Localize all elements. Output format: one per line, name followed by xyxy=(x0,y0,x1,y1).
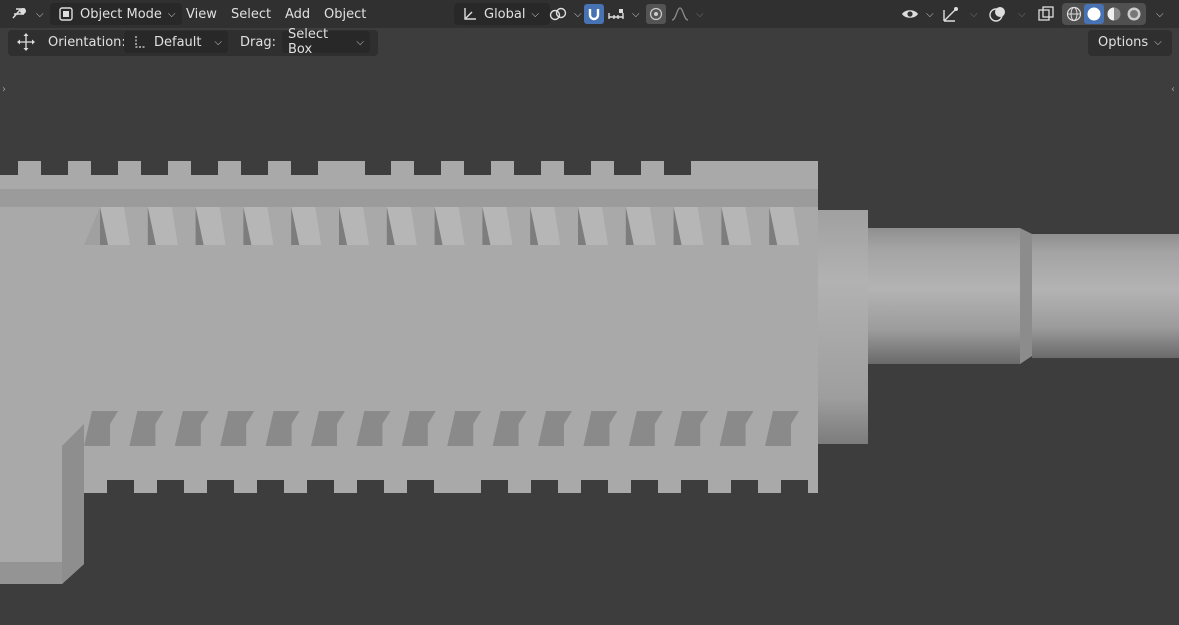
orientation-dropdown[interactable]: Default ⌵ xyxy=(124,31,228,53)
shading-options-dropdown[interactable]: ⌵ xyxy=(1150,3,1164,25)
drag-value: Select Box xyxy=(288,27,329,57)
shading-mode-group xyxy=(1062,3,1146,25)
transform-orientation-dropdown[interactable]: Global ⌵ xyxy=(454,3,550,25)
rendered-model xyxy=(0,161,1179,584)
move-tool-icon xyxy=(16,32,36,52)
visibility-dropdown[interactable]: ⌵ xyxy=(900,3,934,25)
pivot-point-button[interactable]: ⌵ xyxy=(548,3,582,25)
proportional-editing-toggle[interactable] xyxy=(646,3,666,25)
chevron-down-icon: ⌵ xyxy=(531,8,540,20)
chevron-down-icon: ⌵ xyxy=(1156,8,1164,20)
orientation-label: Global xyxy=(484,6,526,22)
falloff-dropdown[interactable]: ⌵ xyxy=(670,3,704,25)
overlays-dropdown[interactable]: ⌵ xyxy=(1012,3,1026,25)
material-shading-icon[interactable] xyxy=(1104,4,1124,24)
chevron-down-icon: ⌵ xyxy=(1154,36,1162,48)
menu-select[interactable]: Select xyxy=(223,3,279,25)
overlays-icon xyxy=(988,4,1008,24)
tool-settings-bar: Orientation: Default ⌵ Drag: Select Box … xyxy=(0,27,1179,58)
snap-toggle[interactable] xyxy=(584,3,604,25)
snap-increment-icon xyxy=(606,4,626,24)
gizmo-toggle[interactable] xyxy=(940,3,960,25)
viewport-editor-icon xyxy=(10,4,30,24)
chevron-down-icon: ⌵ xyxy=(632,8,640,20)
chevron-down-icon: ⌵ xyxy=(214,36,222,48)
menu-view[interactable]: View xyxy=(178,3,225,25)
orientation-label: Orientation: xyxy=(48,34,126,50)
wireframe-shading-icon[interactable] xyxy=(1064,4,1084,24)
chevron-down-icon: ⌵ xyxy=(167,8,176,20)
falloff-curve-icon xyxy=(670,4,690,24)
mode-dropdown[interactable]: Object Mode ⌵ xyxy=(50,3,182,25)
drag-label: Drag: xyxy=(240,34,276,50)
xray-icon xyxy=(1036,4,1056,24)
options-label: Options xyxy=(1098,34,1149,50)
menu-add[interactable]: Add xyxy=(277,3,318,25)
magnet-snap-icon xyxy=(584,4,604,24)
chevron-down-icon: ⌵ xyxy=(356,36,364,48)
chevron-down-icon: ⌵ xyxy=(926,8,934,20)
gizmo-icon xyxy=(940,4,960,24)
snap-target-dropdown[interactable]: ⌵ xyxy=(606,3,640,25)
visibility-eye-icon xyxy=(900,4,920,24)
object-mode-icon xyxy=(56,4,76,24)
menu-object[interactable]: Object xyxy=(316,3,374,25)
overlays-toggle[interactable] xyxy=(988,3,1008,25)
rendered-shading-icon[interactable] xyxy=(1124,4,1144,24)
transform-tool-button[interactable] xyxy=(16,31,36,53)
editor-type-button[interactable]: ⌵ xyxy=(10,3,44,25)
local-axes-icon xyxy=(130,32,150,52)
chevron-down-icon: ⌵ xyxy=(1018,8,1026,20)
3d-viewport[interactable]: › ‹ xyxy=(0,58,1179,625)
solid-shading-icon[interactable] xyxy=(1084,4,1104,24)
mode-label: Object Mode xyxy=(80,6,162,22)
global-orientation-icon xyxy=(460,4,480,24)
options-dropdown[interactable]: Options ⌵ xyxy=(1098,31,1168,53)
viewport-header: ⌵ Object Mode ⌵ View Select Add Object G… xyxy=(0,0,1179,28)
chevron-down-icon: ⌵ xyxy=(696,8,704,20)
pivot-link-icon xyxy=(548,4,568,24)
chevron-down-icon: ⌵ xyxy=(574,8,582,20)
chevron-down-icon: ⌵ xyxy=(36,8,44,20)
orientation-value: Default xyxy=(154,34,202,50)
drag-dropdown[interactable]: Select Box ⌵ xyxy=(282,27,370,57)
xray-toggle[interactable] xyxy=(1036,3,1056,25)
chevron-down-icon: ⌵ xyxy=(970,8,978,20)
gizmo-dropdown[interactable]: ⌵ xyxy=(964,3,978,25)
proportional-editing-icon xyxy=(646,4,666,24)
